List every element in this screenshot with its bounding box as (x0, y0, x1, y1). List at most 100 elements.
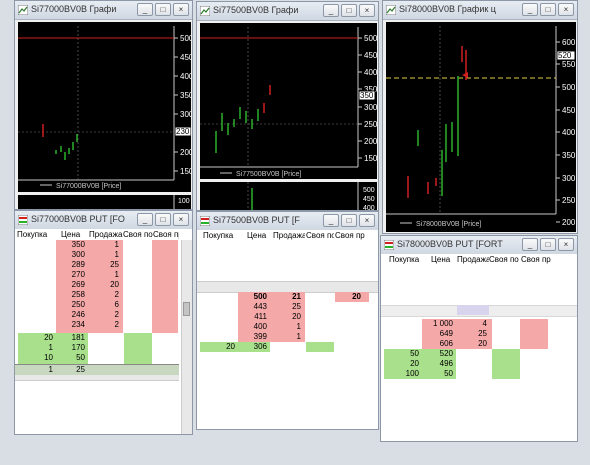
chart-app-icon (386, 5, 396, 15)
order-book-window-2[interactable]: Si77500BV0B PUT [F _ □ × Покупка Цена Пр… (196, 211, 379, 430)
price-chart[interactable]: 500 450 400 350 300 250 200 150 230 (18, 22, 191, 192)
book-row[interactable]: 500 21 20 (197, 292, 378, 302)
book-row[interactable]: 350 1 (15, 240, 179, 250)
title-bar[interactable]: Si77000BV0B PUT [FO _ □ × (15, 211, 192, 230)
title-bar[interactable]: Si78000BV0B График ц _ □ × (383, 1, 577, 20)
order-book-table: 1 000 4 649 25 606 20 50 520 20 496 100 50 (381, 265, 577, 441)
volume-chart: 500 450 400 (200, 182, 377, 210)
price-cell: 399 (253, 332, 267, 341)
col-header-own-buy[interactable]: Своя по (123, 230, 153, 239)
maximize-button[interactable]: □ (155, 3, 171, 16)
price-cell: 170 (71, 343, 85, 352)
title-bar[interactable]: Si77500BV0B Графи _ □ × (197, 2, 378, 21)
book-row[interactable]: 606 20 (381, 339, 577, 349)
vertical-scrollbar[interactable] (181, 240, 192, 434)
close-button[interactable]: × (558, 3, 574, 16)
book-row[interactable]: 1 170 (15, 343, 179, 353)
book-row[interactable]: 10 50 (15, 353, 179, 363)
y-tick: 600 (562, 38, 576, 47)
book-row[interactable]: 250 6 (15, 300, 179, 310)
minimize-button[interactable]: _ (522, 238, 538, 251)
price-chart[interactable]: 500 450 400 350 300 250 200 150 350 Si77… (200, 23, 377, 179)
book-row[interactable]: 270 1 (15, 270, 179, 280)
price-cell: 443 (253, 302, 267, 311)
order-book-window-3[interactable]: Si78000BV0B PUT [FORT _ □ × Покупка Цена… (380, 235, 578, 442)
order-book-window-1[interactable]: Si77000BV0B PUT [FO _ □ × Покупка Цена П… (14, 210, 193, 435)
book-row[interactable]: 1 000 4 (381, 319, 577, 329)
col-header-sell[interactable]: Продажа (273, 231, 305, 240)
chart-window-2[interactable]: Si77500BV0B Графи _ □ × 500 450 400 350 … (196, 1, 379, 211)
book-row[interactable]: 246 2 (15, 310, 179, 320)
col-header-own-buy[interactable]: Своя по (306, 231, 334, 240)
sell-cell: 2 (114, 290, 119, 299)
title-bar[interactable]: Si77500BV0B PUT [F _ □ × (197, 212, 378, 231)
col-header-price[interactable]: Цена (431, 255, 457, 264)
close-button[interactable]: × (359, 4, 375, 17)
book-row[interactable]: 300 1 (15, 250, 179, 260)
book-row[interactable]: 443 25 (197, 302, 378, 312)
col-header-buy[interactable]: Покупка (203, 231, 239, 240)
col-header-price[interactable]: Цена (247, 231, 273, 240)
maximize-button[interactable]: □ (540, 3, 556, 16)
book-row[interactable]: 400 1 (197, 322, 378, 332)
chart-legend: Si77000BV0B [Price] (56, 183, 121, 190)
minimize-button[interactable]: _ (323, 4, 339, 17)
book-row[interactable]: 20 306 (197, 342, 378, 352)
window-title: Si78000BV0B PUT [FORT (397, 239, 503, 249)
col-header-buy[interactable]: Покупка (389, 255, 425, 264)
book-row[interactable]: 411 20 (197, 312, 378, 322)
y-tick: 450 (562, 106, 576, 115)
sell-cell: 1 (114, 240, 119, 249)
col-header-sell[interactable]: Продажа (89, 230, 123, 239)
book-row[interactable]: 649 25 (381, 329, 577, 339)
y-tick: 100 (178, 198, 190, 205)
book-row[interactable]: 50 520 (381, 349, 577, 359)
close-button[interactable]: × (359, 214, 375, 227)
price-cell: 50 (444, 369, 453, 378)
book-row[interactable]: 20 181 (15, 333, 179, 343)
minimize-button[interactable]: _ (137, 3, 153, 16)
buy-cell: 20 (410, 359, 419, 368)
column-headers: Покупка Цена Продажа Своя по Своя пр (197, 230, 378, 241)
sell-cell: 21 (292, 292, 301, 301)
price-chart[interactable]: 600 550 500 450 400 350 300 250 200 520 (386, 22, 576, 232)
book-row[interactable]: 100 50 (381, 369, 577, 379)
close-button[interactable]: × (558, 238, 574, 251)
col-header-own-sell[interactable]: Своя пр (521, 255, 555, 264)
buy-cell: 1 (48, 365, 53, 374)
column-headers: Покупка Цена Продажа Своя по Своя пр (381, 254, 577, 265)
sell-cell: 20 (478, 339, 487, 348)
book-row[interactable]: 269 20 (15, 280, 179, 290)
title-bar[interactable]: Si77000BV0B Графи _ □ × (15, 1, 192, 20)
col-header-own-sell[interactable]: Своя пр (153, 230, 179, 239)
volume-chart: 100 (18, 195, 191, 209)
maximize-button[interactable]: □ (155, 213, 171, 226)
price-cell: 400 (253, 322, 267, 331)
book-row[interactable]: 234 2 (15, 320, 179, 330)
col-header-price[interactable]: Цена (61, 230, 87, 239)
book-row[interactable]: 258 2 (15, 290, 179, 300)
maximize-button[interactable]: □ (540, 238, 556, 251)
y-tick: 200 (180, 148, 191, 157)
col-header-sell[interactable]: Продажа (457, 255, 489, 264)
col-header-own-buy[interactable]: Своя по (489, 255, 519, 264)
minimize-button[interactable]: _ (137, 213, 153, 226)
price-cell: 350 (71, 240, 85, 249)
window-title: Si77500BV0B Графи (213, 5, 299, 15)
scrollbar-thumb[interactable] (183, 302, 190, 316)
chart-window-1[interactable]: Si77000BV0B Графи _ □ × 500 450 400 350 … (14, 0, 193, 210)
book-row[interactable]: 289 25 (15, 260, 179, 270)
col-header-own-sell[interactable]: Своя пр (335, 231, 369, 240)
minimize-button[interactable]: _ (522, 3, 538, 16)
close-button[interactable]: × (173, 3, 189, 16)
sell-cell: 25 (292, 302, 301, 311)
book-row[interactable]: 399 1 (197, 332, 378, 342)
title-bar[interactable]: Si78000BV0B PUT [FORT _ □ × (381, 236, 577, 255)
maximize-button[interactable]: □ (341, 214, 357, 227)
col-header-buy[interactable]: Покупка (17, 230, 53, 239)
chart-window-3[interactable]: Si78000BV0B График ц _ □ × 600 550 500 4… (382, 0, 578, 234)
maximize-button[interactable]: □ (341, 4, 357, 17)
minimize-button[interactable]: _ (323, 214, 339, 227)
close-button[interactable]: × (173, 213, 189, 226)
book-row[interactable]: 20 496 (381, 359, 577, 369)
